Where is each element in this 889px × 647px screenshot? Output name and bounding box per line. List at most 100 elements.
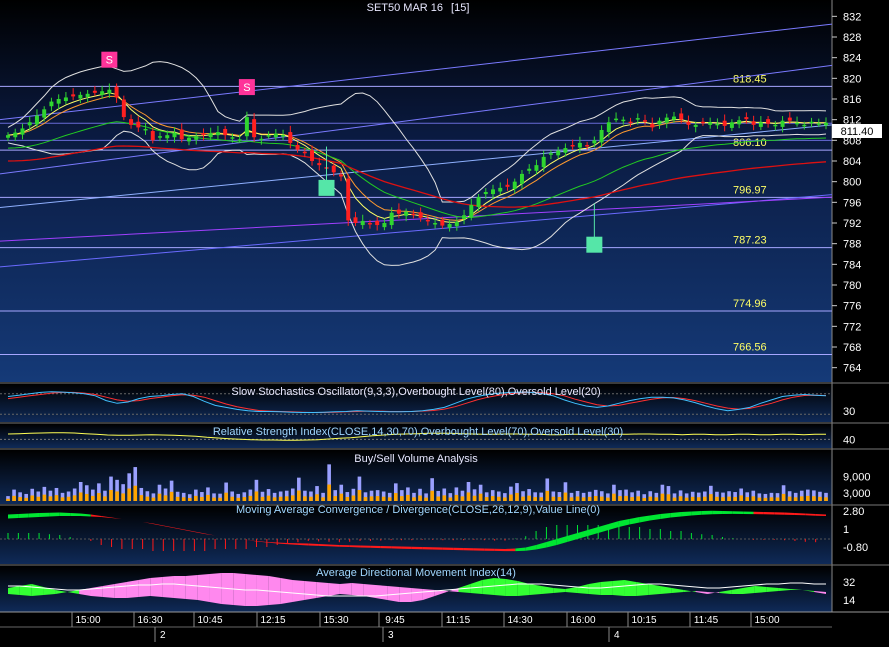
volume-buy-bar-113 [690, 496, 695, 501]
volume-buy-bar-44 [272, 497, 277, 501]
macd-ribbon-36 [380, 546, 392, 549]
volume-buy-bar-22 [139, 495, 144, 501]
candle-body-2 [20, 128, 25, 135]
trading-chart[interactable]: 818.45806.10796.97787.23774.96766.56SS 8… [0, 0, 889, 642]
candle-body-30 [223, 128, 228, 136]
macd-tick-label-0: 2.80 [843, 506, 864, 518]
adx-band-31 [375, 585, 388, 600]
candle-body-104 [758, 122, 763, 127]
adx-band-34 [411, 588, 423, 602]
volume-buy-bar-14 [91, 495, 95, 501]
volume-buy-bar-7 [48, 496, 53, 501]
time-label-11: 15:00 [754, 615, 779, 626]
volume-buy-bar-89 [545, 490, 550, 501]
volume-buy-bar-20 [127, 488, 131, 501]
candle-body-112 [816, 123, 821, 125]
volume-buy-bar-58 [357, 490, 362, 501]
candle-body-13 [100, 91, 105, 95]
time-label-8: 16:00 [570, 615, 595, 626]
volume-buy-bar-86 [527, 495, 531, 501]
volume-buy-bar-56 [345, 496, 350, 501]
candle-body-18 [136, 121, 141, 128]
adx-band-15 [185, 575, 198, 600]
volume-buy-bar-92 [563, 492, 568, 501]
volume-buy-bar-93 [569, 497, 574, 501]
volume-buy-bar-79 [484, 497, 489, 501]
price-tick-label-12: 784 [843, 259, 861, 271]
macd-ribbon-3 [39, 512, 50, 517]
volume-buy-bar-32 [200, 496, 204, 501]
price-tick-label-7: 804 [843, 156, 861, 168]
candle-body-6 [49, 101, 54, 107]
candle-body-54 [396, 209, 401, 214]
candle-body-82 [599, 130, 604, 143]
macd-ribbon-46 [484, 548, 495, 551]
volume-buy-bar-112 [684, 497, 689, 501]
candle-body-14 [107, 89, 112, 94]
volume-buy-bar-129 [787, 496, 792, 501]
candle-body-70 [512, 181, 517, 189]
volume-tick-label-0: 9,000 [843, 472, 871, 484]
macd-ribbon-68 [712, 510, 723, 515]
volume-buy-bar-23 [145, 496, 150, 501]
volume-buy-bar-1 [12, 495, 16, 501]
price-tick-label-11: 788 [843, 239, 861, 251]
macd-ribbon-4 [49, 512, 60, 517]
chart-title: SET50 MAR 16 [15] [367, 2, 470, 14]
volume-buy-bar-8 [54, 495, 59, 501]
candle-body-85 [621, 119, 626, 122]
candle-body-71 [519, 173, 524, 184]
macd-ribbon-47 [494, 548, 506, 552]
day-label-0: 2 [160, 630, 166, 641]
candle-body-34 [252, 119, 257, 138]
candle-body-12 [92, 90, 97, 93]
price-tick-label-9: 796 [843, 197, 861, 209]
candle-body-39 [288, 132, 293, 143]
volume-buy-bar-4 [30, 495, 35, 501]
candle-body-78 [570, 144, 575, 147]
volume-buy-bar-104 [636, 496, 640, 501]
macd-ribbon-32 [339, 545, 350, 547]
macd-ribbon-44 [463, 548, 474, 551]
volume-buy-bar-107 [654, 497, 659, 501]
candle-body-41 [302, 151, 307, 154]
day-label-2: 4 [614, 630, 620, 641]
day-label-1: 3 [388, 630, 394, 641]
candle-body-97 [708, 122, 713, 125]
candle-body-83 [606, 122, 611, 133]
time-label-3: 12:15 [260, 615, 285, 626]
candle-body-106 [773, 124, 778, 127]
adx-tick-label-0: 32 [843, 577, 855, 589]
candle-body-43 [317, 163, 322, 166]
volume-buy-bar-47 [290, 495, 295, 501]
adx-band-14 [173, 576, 186, 599]
volume-title: Buy/Sell Volume Analysis [354, 453, 478, 465]
price-tick-label-10: 792 [843, 218, 861, 230]
volume-buy-bar-21 [133, 485, 138, 501]
volume-buy-bar-106 [648, 496, 653, 501]
candle-body-26 [194, 136, 199, 140]
adx-band-28 [339, 583, 352, 595]
volume-buy-bar-64 [393, 493, 398, 501]
macd-ribbon-69 [722, 511, 733, 514]
volume-buy-bar-116 [709, 494, 713, 501]
time-label-10: 11:45 [694, 615, 719, 626]
candle-body-33 [244, 117, 249, 137]
candle-body-103 [751, 121, 756, 125]
volume-buy-bar-100 [612, 493, 616, 501]
low-marker-1 [586, 236, 603, 253]
time-label-4: 15:30 [323, 615, 348, 626]
candle-body-16 [121, 99, 126, 118]
volume-buy-bar-73 [448, 497, 453, 501]
adx-band-63 [754, 586, 767, 593]
candle-body-46 [339, 174, 343, 177]
volume-buy-bar-18 [115, 491, 119, 501]
candle-body-99 [722, 120, 727, 126]
volume-buy-bar-124 [757, 497, 762, 501]
price-tick-label-14: 776 [843, 301, 861, 313]
volume-buy-bar-52 [321, 497, 325, 501]
volume-buy-bar-13 [84, 493, 89, 501]
volume-buy-bar-125 [763, 497, 768, 501]
volume-buy-bar-128 [781, 493, 786, 501]
volume-buy-bar-34 [212, 497, 216, 501]
